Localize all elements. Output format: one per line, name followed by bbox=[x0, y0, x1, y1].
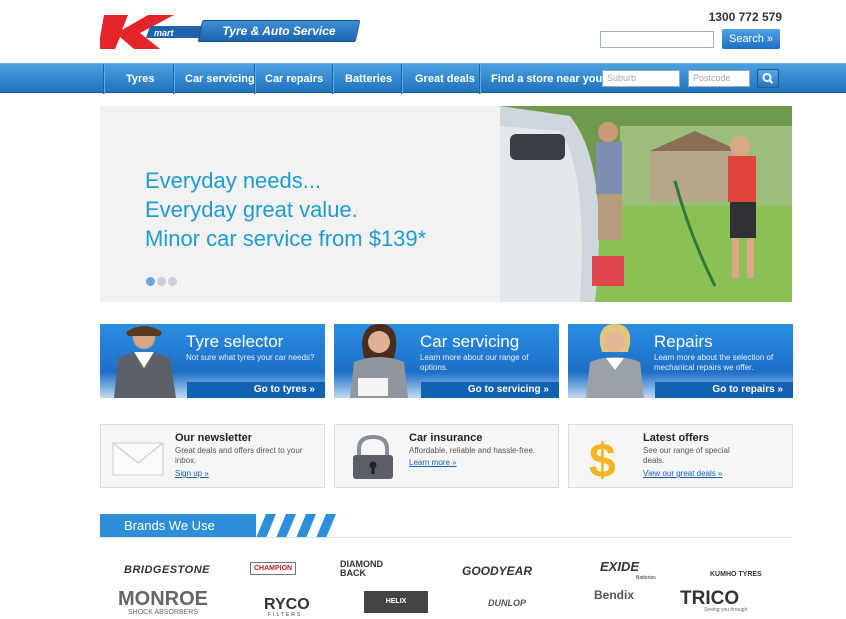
decorative-stripes-icon bbox=[256, 514, 336, 538]
nav-separator bbox=[401, 64, 402, 94]
main-nav: Tyres Car servicing Car repairs Batterie… bbox=[0, 63, 846, 94]
carousel-dots bbox=[146, 273, 179, 291]
tyre-selector-card[interactable]: Tyre selector Not sure what tyres your c… bbox=[100, 324, 325, 398]
card-description: Learn more about the selection of mechan… bbox=[654, 353, 774, 372]
hero-line-3: Minor car service from $139* bbox=[145, 226, 427, 251]
brands-heading: Brands We Use bbox=[100, 514, 256, 538]
phone-number: 1300 772 579 bbox=[708, 10, 782, 24]
car-insurance-box: Car insurance Affordable, reliable and h… bbox=[334, 424, 559, 488]
brand-monroe-subtext: SHOCK ABSORBERS bbox=[128, 609, 199, 616]
kmart-logo[interactable]: mart Tyre & Auto Service bbox=[100, 12, 361, 52]
store-search-button[interactable] bbox=[757, 69, 779, 88]
logo-tagline: Tyre & Auto Service bbox=[197, 20, 361, 42]
card-description: Learn more about our range of options. bbox=[420, 353, 529, 372]
brand-trico-subtext: Seeing you through bbox=[704, 607, 748, 613]
brand-monroe[interactable]: MONROE bbox=[118, 588, 208, 611]
svg-text:$: $ bbox=[589, 435, 616, 479]
card-description: Not sure what tyres your car needs? bbox=[186, 353, 315, 362]
view-deals-link[interactable]: View our great deals » bbox=[643, 469, 722, 478]
logo-tagline-text: Tyre & Auto Service bbox=[222, 24, 336, 38]
brand-exide-subtext: Batteries bbox=[636, 575, 656, 581]
newsletter-box: Our newsletter Great deals and offers di… bbox=[100, 424, 325, 488]
info-title: Car insurance bbox=[409, 432, 483, 444]
nav-item-tyres[interactable]: Tyres bbox=[126, 64, 155, 94]
brand-helix[interactable]: HELIX bbox=[364, 591, 428, 613]
carousel-dot-3[interactable] bbox=[168, 277, 177, 286]
hero-line-2: Everyday great value. bbox=[145, 197, 358, 222]
info-description: Great deals and offers direct to your in… bbox=[175, 446, 303, 465]
nav-item-find-store[interactable]: Find a store near you bbox=[491, 64, 602, 94]
hero-photo bbox=[500, 106, 792, 302]
card-title: Repairs bbox=[654, 332, 713, 351]
info-title: Latest offers bbox=[643, 432, 710, 444]
brand-dunlop[interactable]: DUNLOP bbox=[488, 598, 526, 608]
kmart-k-logo-icon: mart bbox=[100, 15, 204, 49]
carousel-dot-2[interactable] bbox=[157, 277, 166, 286]
learn-more-link[interactable]: Learn more » bbox=[409, 458, 457, 467]
dollar-icon: $ bbox=[589, 435, 616, 479]
brand-bridgestone[interactable]: BRIDGESTONE bbox=[124, 564, 210, 576]
hero-headline: Everyday needs... Everyday great value. … bbox=[145, 166, 495, 253]
hero-line-1: Everyday needs... bbox=[145, 168, 322, 193]
repairs-card[interactable]: Repairs Learn more about the selection o… bbox=[568, 324, 793, 398]
postcode-input[interactable]: Postcode bbox=[688, 70, 750, 87]
info-description: See our range of special deals. bbox=[643, 446, 730, 465]
envelope-icon bbox=[112, 442, 164, 476]
car-servicing-card[interactable]: Car servicing Learn more about our range… bbox=[334, 324, 559, 398]
latest-offers-box: $ Latest offers See our range of special… bbox=[568, 424, 793, 488]
carousel-dot-1[interactable] bbox=[146, 277, 155, 286]
service-advisor-photo-icon bbox=[350, 324, 408, 398]
brands-divider bbox=[100, 537, 792, 538]
mechanic-photo-icon bbox=[114, 326, 176, 398]
brand-goodyear[interactable]: GOODYEAR bbox=[462, 564, 532, 578]
info-description: Affordable, reliable and hassle-free. bbox=[409, 446, 536, 455]
brand-exide[interactable]: EXIDE bbox=[600, 559, 639, 574]
nav-separator bbox=[332, 64, 333, 94]
nav-item-great-deals[interactable]: Great deals bbox=[415, 64, 475, 94]
nav-separator bbox=[103, 64, 104, 94]
search-button[interactable]: Search » bbox=[722, 29, 780, 49]
sign-up-link[interactable]: Sign up » bbox=[175, 469, 209, 478]
brand-bendix[interactable]: Bendix bbox=[594, 588, 634, 602]
technician-photo-icon bbox=[586, 324, 644, 398]
car-wash-photo-icon bbox=[500, 106, 792, 302]
card-title: Car servicing bbox=[420, 332, 520, 351]
go-to-repairs-link[interactable]: Go to repairs » bbox=[655, 382, 793, 398]
brand-ryco-subtext: FILTERS bbox=[268, 612, 303, 618]
go-to-servicing-link[interactable]: Go to servicing » bbox=[421, 382, 559, 398]
nav-separator bbox=[173, 64, 174, 94]
nav-separator bbox=[254, 64, 255, 94]
nav-item-car-servicing[interactable]: Car servicing bbox=[185, 64, 255, 94]
search-input[interactable] bbox=[600, 31, 714, 48]
suburb-input[interactable]: Suburb bbox=[602, 70, 680, 87]
nav-item-batteries[interactable]: Batteries bbox=[345, 64, 392, 94]
go-to-tyres-link[interactable]: Go to tyres » bbox=[187, 382, 325, 398]
nav-item-car-repairs[interactable]: Car repairs bbox=[265, 64, 323, 94]
padlock-icon bbox=[353, 435, 393, 479]
hero-banner[interactable]: Everyday needs... Everyday great value. … bbox=[100, 106, 792, 302]
search-icon bbox=[762, 73, 774, 84]
nav-separator bbox=[479, 64, 480, 94]
brand-diamondback[interactable]: DIAMOND BACK bbox=[340, 560, 410, 578]
svg-text:mart: mart bbox=[154, 28, 175, 38]
info-title: Our newsletter bbox=[175, 432, 253, 444]
brand-kumho[interactable]: KUMHO TYRES bbox=[710, 571, 762, 578]
card-title: Tyre selector bbox=[186, 332, 284, 351]
brand-champion[interactable]: CHAMPION bbox=[250, 562, 297, 575]
